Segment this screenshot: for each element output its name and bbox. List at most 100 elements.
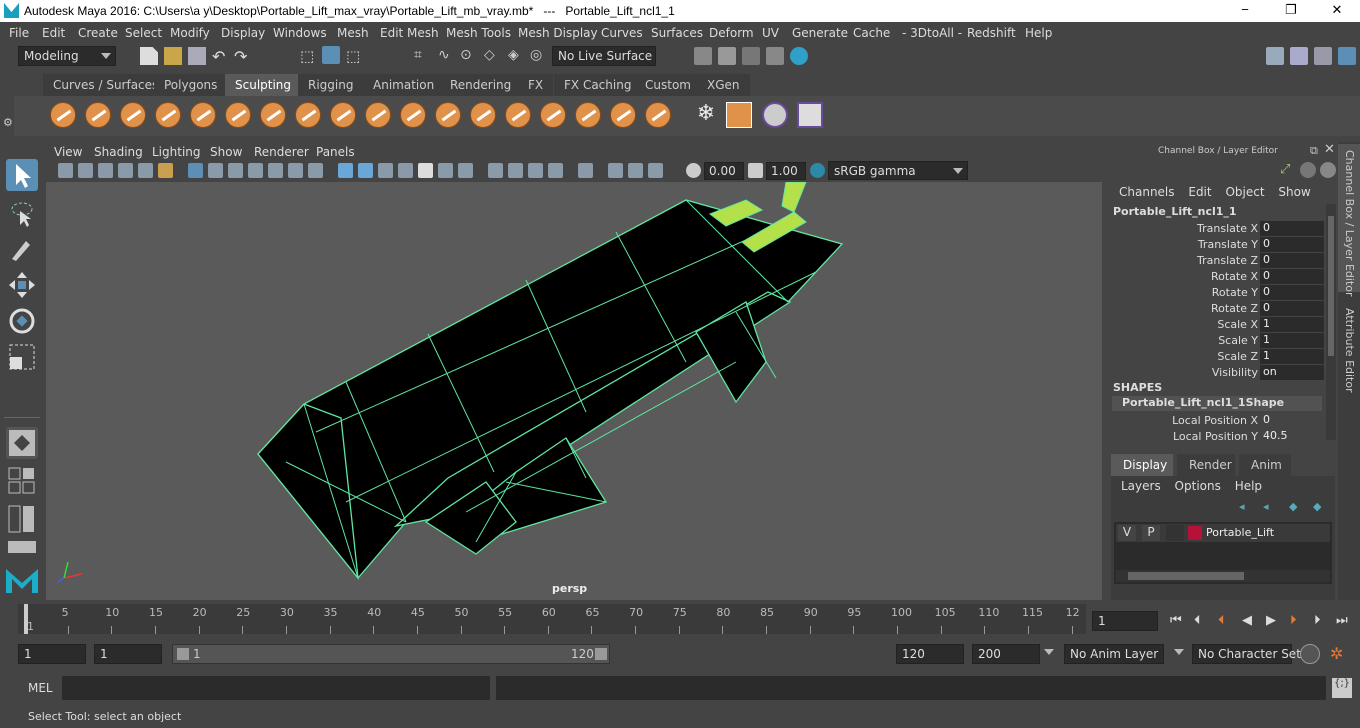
render-frame-icon[interactable] bbox=[718, 47, 736, 65]
attr-translate-x[interactable]: Translate X0 bbox=[1104, 221, 1324, 237]
smooth-tool-icon[interactable] bbox=[85, 102, 111, 128]
playback-toggle[interactable]: P bbox=[1142, 525, 1160, 541]
isolate-select-icon[interactable] bbox=[578, 163, 593, 178]
attr-translate-y[interactable]: Translate Y0 bbox=[1104, 237, 1324, 253]
menu-edit[interactable]: Edit bbox=[42, 26, 65, 40]
tab-display[interactable]: Display bbox=[1111, 454, 1173, 476]
mask-tool-icon[interactable]: ❄ bbox=[692, 101, 720, 129]
scene-end-field[interactable]: 200 bbox=[972, 644, 1040, 664]
layer-row[interactable]: V P Portable_Lift bbox=[1116, 524, 1330, 542]
gamma-icon[interactable] bbox=[748, 163, 763, 178]
foamy-tool-icon[interactable] bbox=[260, 102, 286, 128]
save-scene-icon[interactable] bbox=[188, 47, 206, 65]
scrollbar-thumb[interactable] bbox=[1328, 216, 1334, 356]
reference-toggle[interactable] bbox=[1166, 525, 1184, 541]
attribute-editor-toggle-icon[interactable] bbox=[1314, 47, 1332, 65]
smooth-shade-icon[interactable] bbox=[358, 163, 373, 178]
menu-windows[interactable]: Windows bbox=[273, 26, 327, 40]
resolution-gate-icon[interactable] bbox=[228, 163, 243, 178]
backface-culling-icon[interactable] bbox=[648, 163, 663, 178]
menu-select[interactable]: Select bbox=[125, 26, 162, 40]
attr-value[interactable]: 0 bbox=[1260, 253, 1324, 268]
range-start-handle[interactable] bbox=[177, 648, 189, 660]
current-frame-field[interactable]: 1 bbox=[1092, 611, 1158, 631]
vp-menu-renderer[interactable]: Renderer bbox=[254, 145, 309, 159]
select-hierarchy-icon[interactable]: ⬚ bbox=[300, 47, 318, 65]
pinch-tool-icon[interactable] bbox=[190, 102, 216, 128]
tab-animation[interactable]: Animation bbox=[363, 74, 445, 96]
imprint-tool-icon[interactable] bbox=[365, 102, 391, 128]
spray-tool-icon[interactable] bbox=[295, 102, 321, 128]
colorspace-selector[interactable]: sRGB gamma bbox=[828, 161, 968, 180]
2d-pan-zoom-icon[interactable] bbox=[158, 163, 173, 178]
cb-menu-show[interactable]: Show bbox=[1278, 185, 1310, 199]
layer-menu-help[interactable]: Help bbox=[1235, 479, 1262, 493]
cb-menu-object[interactable]: Object bbox=[1225, 185, 1264, 199]
range-bar[interactable]: 1 120 bbox=[172, 644, 610, 664]
image-plane-icon[interactable] bbox=[118, 163, 133, 178]
scrollbar-thumb[interactable] bbox=[1128, 572, 1244, 580]
move-tool-icon[interactable] bbox=[6, 269, 38, 301]
go-to-start-icon[interactable]: ⏮ bbox=[1170, 613, 1182, 628]
attr-rotate-z[interactable]: Rotate Z0 bbox=[1104, 301, 1324, 317]
layer-menu-layers[interactable]: Layers bbox=[1121, 479, 1161, 493]
relax-tool-icon[interactable] bbox=[120, 102, 146, 128]
close-panel-icon[interactable]: ✕ bbox=[1324, 142, 1335, 157]
tab-render[interactable]: Render bbox=[1177, 454, 1235, 476]
vp-menu-view[interactable]: View bbox=[54, 145, 82, 159]
attr-value[interactable]: 0 bbox=[1260, 269, 1324, 284]
textured-icon[interactable] bbox=[418, 163, 433, 178]
script-editor-icon[interactable]: {;} bbox=[1332, 678, 1352, 698]
attr-value[interactable]: 0 bbox=[1260, 237, 1324, 252]
attr-scale-y[interactable]: Scale Y1 bbox=[1104, 333, 1324, 349]
menu-display[interactable]: Display bbox=[221, 26, 265, 40]
xray-joints-icon[interactable] bbox=[608, 163, 623, 178]
tab-attribute-editor[interactable]: Attribute Editor bbox=[1338, 302, 1360, 398]
playback-start-field[interactable]: 1 bbox=[94, 644, 162, 664]
scale-tool-icon[interactable] bbox=[6, 341, 38, 373]
axis-icon[interactable]: ⤢ bbox=[1280, 162, 1296, 178]
film-gate-icon[interactable] bbox=[208, 163, 223, 178]
snap-point-icon[interactable]: ⊙ bbox=[460, 47, 478, 65]
perspective-viewport[interactable]: persp bbox=[46, 182, 1102, 600]
menu-create[interactable]: Create bbox=[78, 26, 118, 40]
xray-icon[interactable] bbox=[398, 163, 413, 178]
freeze-tool-icon[interactable] bbox=[645, 102, 671, 128]
new-layer-selected-icon[interactable]: ◆ bbox=[1313, 500, 1321, 513]
move-layer-down-icon[interactable]: ◂ bbox=[1263, 500, 1269, 513]
menu-help[interactable]: Help bbox=[1025, 26, 1052, 40]
gamma-field[interactable]: 1.00 bbox=[766, 162, 806, 180]
vp-menu-panels[interactable]: Panels bbox=[316, 145, 355, 159]
sculpt-settings-icon[interactable] bbox=[797, 102, 823, 128]
wireframe-on-shaded-icon[interactable] bbox=[378, 163, 393, 178]
attr-translate-z[interactable]: Translate Z0 bbox=[1104, 253, 1324, 269]
rotate-tool-icon[interactable] bbox=[6, 305, 38, 337]
step-forward-icon[interactable]: ⏵ bbox=[1314, 613, 1321, 628]
shape-name[interactable]: Portable_Lift_ncl1_1Shape bbox=[1112, 396, 1322, 411]
attr-value[interactable]: 0 bbox=[1260, 221, 1324, 236]
field-chart-icon[interactable] bbox=[268, 163, 283, 178]
new-scene-icon[interactable] bbox=[140, 47, 158, 65]
attr-visibility[interactable]: Visibility on bbox=[1104, 365, 1324, 381]
safe-title-icon[interactable] bbox=[308, 163, 323, 178]
wax-tool-icon[interactable] bbox=[400, 102, 426, 128]
select-camera-icon[interactable] bbox=[58, 163, 73, 178]
play-backward-icon[interactable]: ◀ bbox=[1242, 613, 1252, 628]
grid-icon[interactable] bbox=[188, 163, 203, 178]
anti-aliasing-icon[interactable] bbox=[528, 163, 543, 178]
hypershade-icon[interactable] bbox=[790, 47, 808, 65]
chevron-down-icon[interactable] bbox=[1044, 649, 1054, 655]
sculpt-materials-icon[interactable] bbox=[762, 102, 788, 128]
chevron-down-icon[interactable] bbox=[1174, 649, 1184, 655]
menu-modify[interactable]: Modify bbox=[170, 26, 210, 40]
scene-start-field[interactable]: 1 bbox=[18, 644, 86, 664]
menu-file[interactable]: File bbox=[9, 26, 29, 40]
tab-custom[interactable]: Custom bbox=[635, 74, 701, 96]
tab-channel-box[interactable]: Channel Box / Layer Editor bbox=[1338, 144, 1360, 297]
menu-curves[interactable]: Curves bbox=[601, 26, 643, 40]
depth-of-field-icon[interactable] bbox=[548, 163, 563, 178]
current-time-marker[interactable] bbox=[24, 604, 28, 634]
select-object-icon[interactable] bbox=[322, 46, 340, 64]
step-back-key-icon[interactable]: ⏴ bbox=[1194, 613, 1201, 628]
tab-fx[interactable]: FX bbox=[518, 74, 554, 96]
